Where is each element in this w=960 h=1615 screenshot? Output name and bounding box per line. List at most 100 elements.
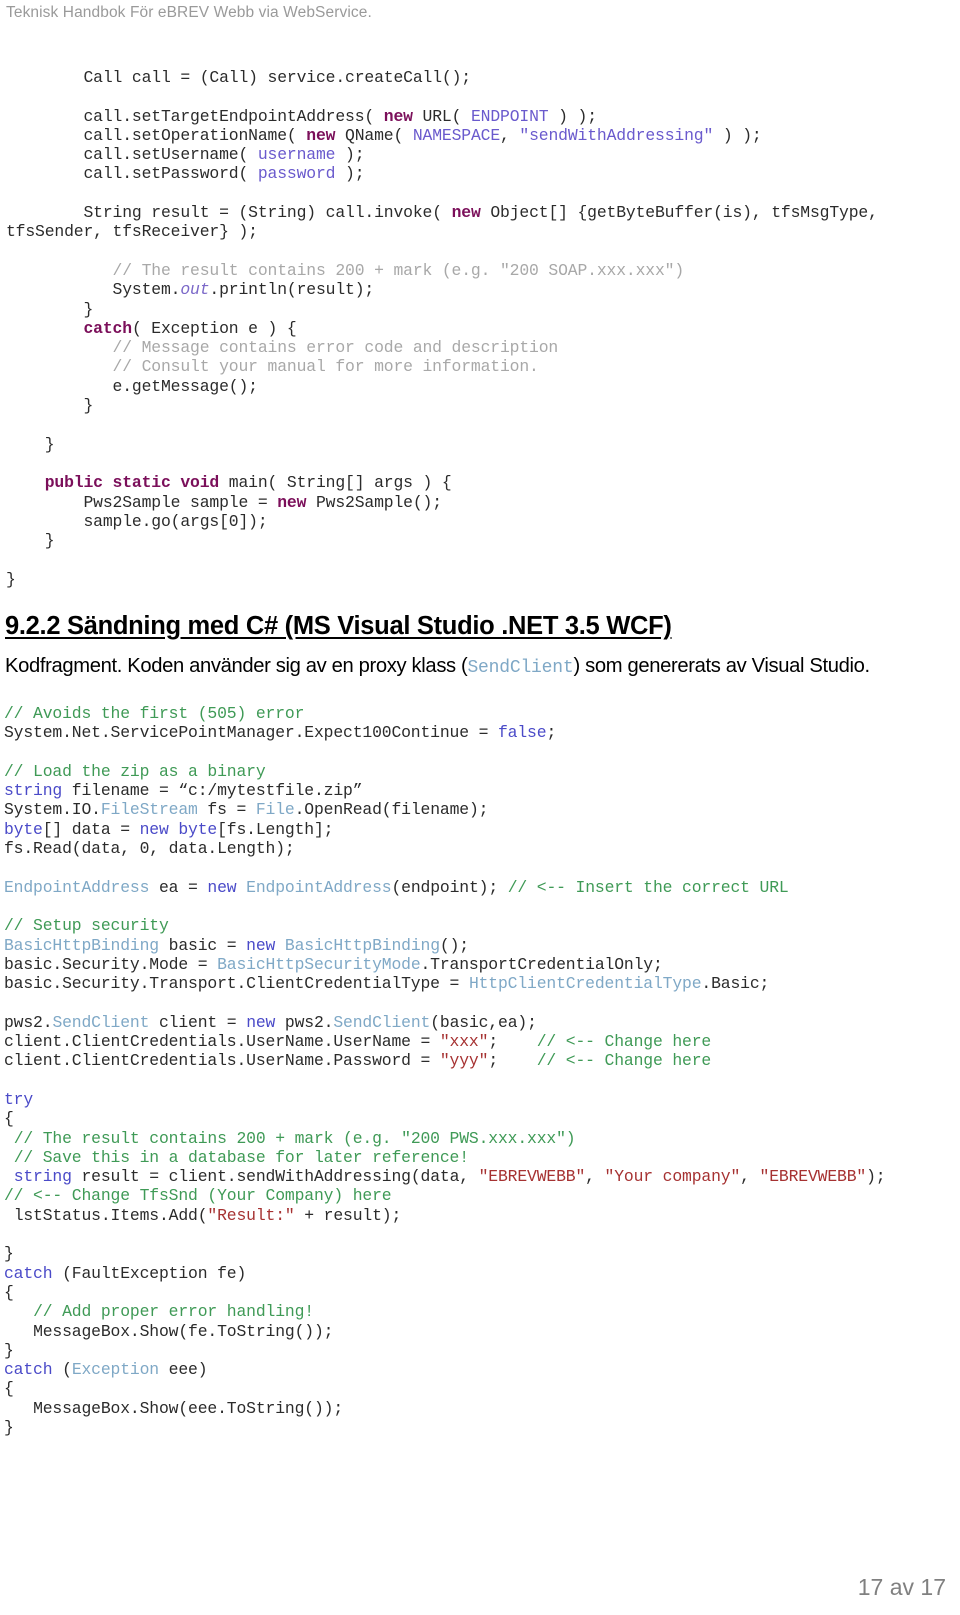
code-line: client.ClientCredentials.UserName.Passwo…: [4, 1051, 712, 1071]
keyword-token: new: [246, 1012, 276, 1032]
code-line: // The result contains 200 + mark (e.g. …: [4, 1129, 956, 1148]
keyword-token: catch: [4, 1360, 53, 1380]
code-line: catch (FaultException fe): [4, 1263, 247, 1283]
code-line: basic.Security.Mode = BasicHttpSecurityM…: [4, 954, 663, 974]
code-line: basic.Security.Transport.ClientCredentia…: [4, 974, 770, 994]
field-token: out: [180, 280, 210, 300]
code-line: call.setTargetEndpointAddress( new URL( …: [6, 106, 598, 126]
keyword-token: catch: [83, 318, 133, 338]
comment-token: // The result contains 200 + mark (e.g. …: [112, 260, 685, 280]
comment-token: // <-- Change here: [536, 1051, 712, 1071]
string-token: "yyy": [439, 1051, 489, 1071]
keyword-token: string: [13, 1167, 72, 1187]
type-token: SendClient: [333, 1012, 431, 1032]
string-token: "EBREVWEBB": [759, 1167, 867, 1187]
comment-token: // Avoids the first (505) error: [4, 704, 305, 723]
code-line: // The result contains 200 + mark (e.g. …: [6, 261, 956, 280]
string-token: "EBREVWEBB": [478, 1167, 586, 1187]
string-token: "xxx": [439, 1032, 489, 1052]
page-number-footer: 17 av 17: [857, 1574, 946, 1600]
type-token: EndpointAddress: [246, 877, 392, 897]
running-header: Teknisk Handbok För eBREV Webb via WebSe…: [6, 4, 372, 21]
string-token: "Your company": [604, 1167, 741, 1187]
comment-token: // Save this in a database for later ref…: [13, 1147, 469, 1167]
code-line: sample.go(args[0]);: [6, 511, 268, 531]
code-line: // Setup security: [4, 916, 956, 935]
code-line: }: [4, 1340, 14, 1360]
code-line: {: [4, 1282, 14, 1302]
code-line: lstStatus.Items.Add("Result:" + result);: [4, 1205, 402, 1225]
comment-token: // The result contains 200 + mark (e.g. …: [13, 1128, 576, 1148]
constant-token: ENDPOINT: [470, 106, 549, 126]
code-line: }: [6, 299, 94, 319]
code-line: call.setPassword( password );: [6, 164, 365, 184]
code-line: }: [6, 531, 55, 551]
code-line: call.setUsername( username );: [6, 145, 365, 165]
code-line: string filename = “c:/mytestfile.zip”: [4, 781, 363, 801]
java-code-block: Call call = (Call) service.createCall();…: [6, 68, 956, 589]
code-line: // Message contains error code and descr…: [6, 338, 956, 357]
comment-token: // Setup security: [4, 916, 169, 936]
code-line: {: [4, 1109, 14, 1129]
constant-token: username: [257, 145, 336, 165]
code-line: MessageBox.Show(eee.ToString());: [4, 1398, 344, 1418]
code-line: // Load the zip as a binary: [4, 762, 956, 781]
code-line: // Avoids the first (505) error: [4, 704, 956, 723]
keyword-token: new: [451, 203, 481, 223]
code-line: Call call = (Call) service.createCall();: [6, 68, 472, 87]
type-token: SendClient: [52, 1012, 150, 1032]
code-line: System.out.println(result);: [6, 280, 375, 300]
keyword-token: new: [246, 935, 276, 955]
code-line: EndpointAddress ea = new EndpointAddress…: [4, 877, 789, 897]
comment-token: // Message contains error code and descr…: [112, 338, 559, 358]
section-intro-paragraph: Kodfragment. Koden använder sig av en pr…: [5, 655, 957, 678]
code-line: }: [6, 434, 55, 454]
intro-text-before: Kodfragment. Koden använder sig av en pr…: [5, 655, 468, 677]
type-token: BasicHttpBinding: [4, 935, 159, 955]
type-token: BasicHttpBinding: [284, 935, 440, 955]
code-line: // <-- Change TfsSnd (Your Company) here: [4, 1186, 956, 1205]
code-line: System.Net.ServicePointManager.Expect100…: [4, 723, 557, 743]
code-line: MessageBox.Show(fe.ToString());: [4, 1321, 334, 1341]
code-line: e.getMessage();: [6, 376, 258, 396]
code-line: // Add proper error handling!: [4, 1302, 956, 1321]
type-token: HttpClientCredentialType: [468, 974, 702, 994]
code-line: fs.Read(data, 0, data.Length);: [4, 839, 295, 859]
code-line: catch( Exception e ) {: [83, 318, 297, 338]
code-line: // Consult your manual for more informat…: [6, 357, 956, 376]
code-line: // Save this in a database for later ref…: [4, 1148, 956, 1167]
keyword-token: new: [383, 106, 413, 126]
string-token: "sendWithAddressing": [519, 125, 714, 145]
code-line: String result = (String) call.invoke( ne…: [6, 203, 888, 242]
comment-token: // <-- Insert the correct URL: [507, 877, 789, 897]
code-line: }: [6, 569, 16, 589]
code-line: }: [4, 1417, 14, 1437]
keyword-token: new: [277, 492, 307, 512]
code-line: pws2.SendClient client = new pws2.SendCl…: [4, 1012, 537, 1032]
intro-text-after: ) som genererats av Visual Studio.: [573, 655, 870, 677]
code-line: {: [4, 1379, 14, 1399]
inline-code-sendclient: SendClient: [467, 658, 574, 678]
type-token: File: [255, 800, 295, 820]
code-line: string result = client.sendWithAddressin…: [13, 1167, 886, 1187]
code-line: public static void main( String[] args )…: [44, 473, 452, 493]
code-line: System.IO.FileStream fs = File.OpenRead(…: [4, 800, 489, 820]
comment-token: // <-- Change here: [536, 1032, 712, 1052]
keyword-token: new: [306, 125, 336, 145]
code-line: }: [6, 396, 94, 416]
keyword-token: new: [207, 877, 237, 897]
code-line: }: [4, 1244, 14, 1264]
keyword-token: public static void: [44, 473, 220, 493]
code-line: byte[] data = new byte[fs.Length];: [4, 819, 334, 839]
csharp-code-block: // Avoids the first (505) error System.Ne…: [4, 704, 956, 1437]
code-line: try: [4, 1090, 956, 1109]
